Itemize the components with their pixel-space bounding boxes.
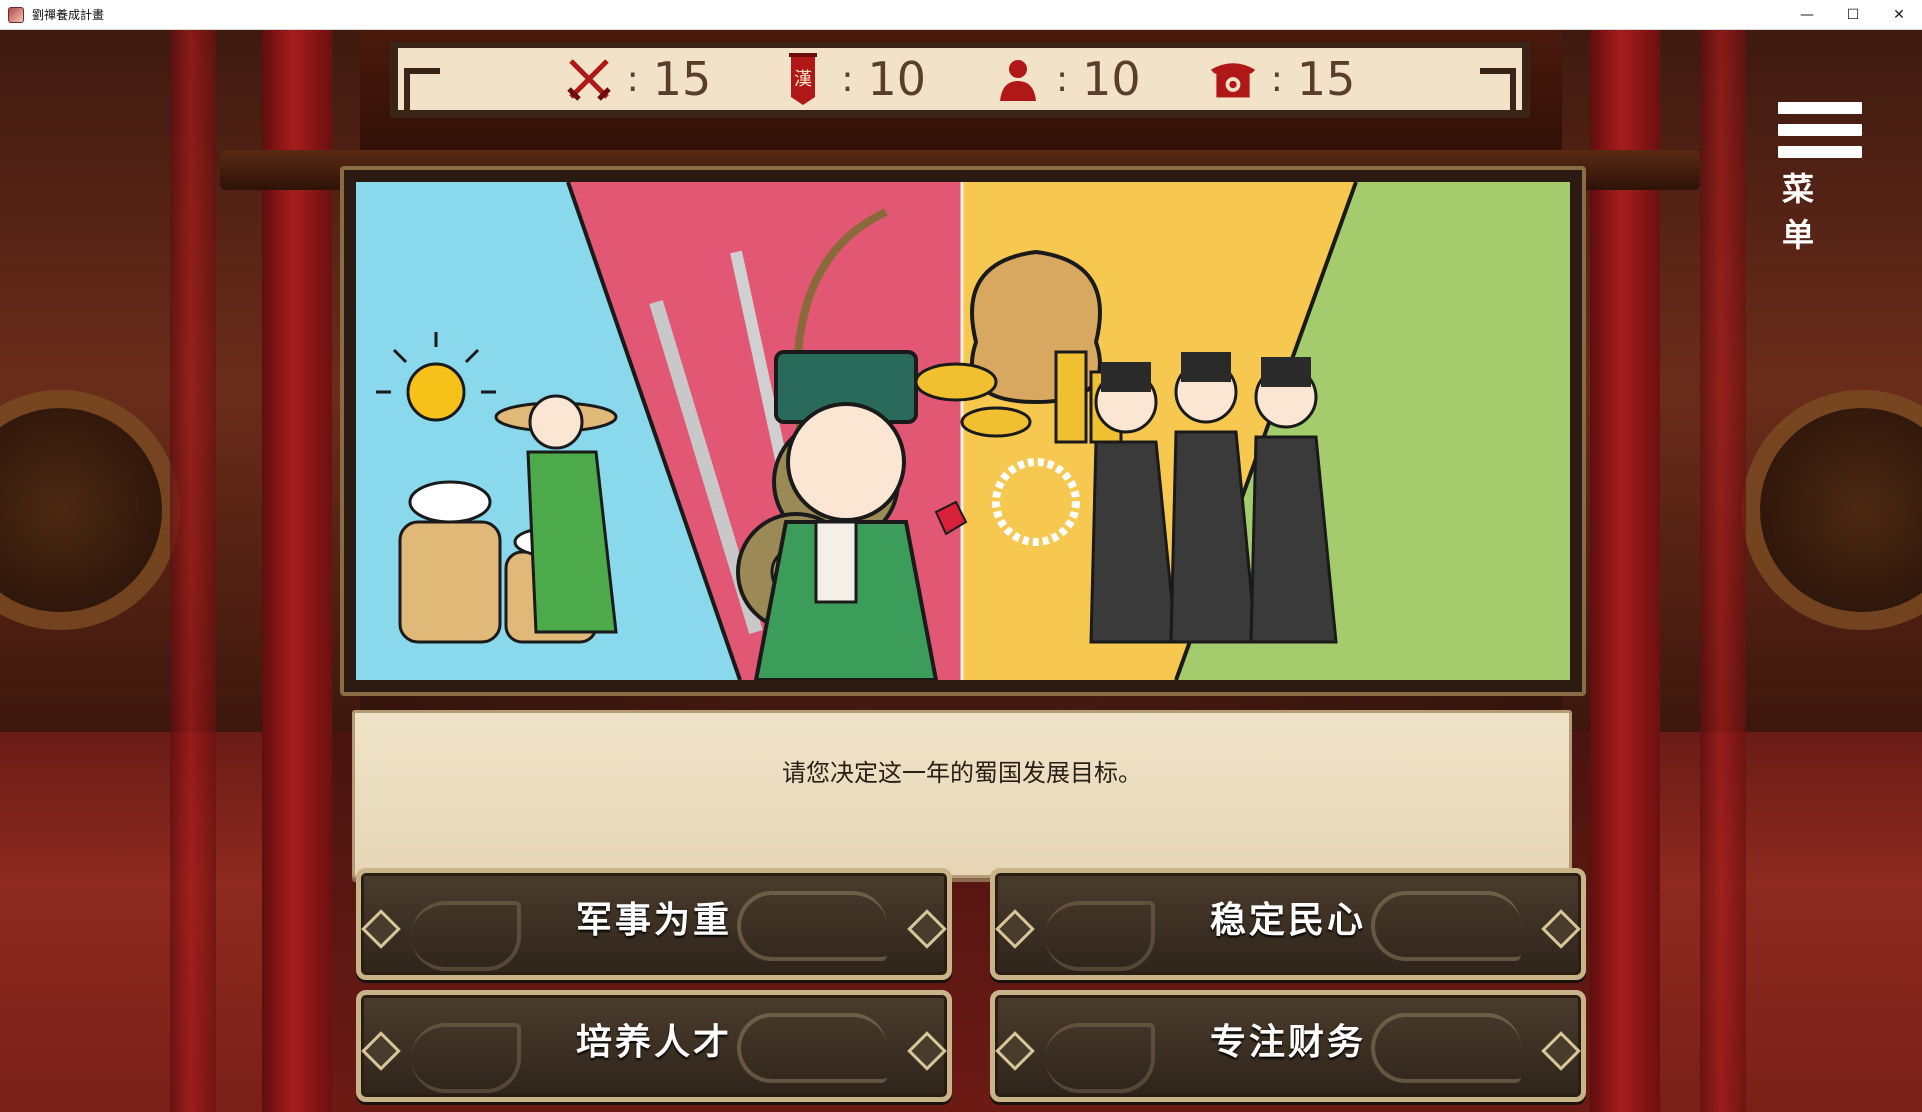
stats-bar-corner-left <box>404 68 440 116</box>
stat-separator: : <box>1056 58 1069 100</box>
stat-military-value: 15 <box>652 52 712 106</box>
close-button[interactable]: ✕ <box>1876 0 1922 30</box>
crossed-swords-icon <box>565 55 613 103</box>
window-titlebar: 劉禪養成計畫 — ☐ ✕ <box>0 0 1922 30</box>
pillar-far-left <box>170 30 216 1112</box>
pillar-right <box>1590 30 1660 1112</box>
dialog-box: 请您决定这一年的蜀国发展目标。 <box>352 710 1572 878</box>
stat-prestige-value: 10 <box>867 52 926 106</box>
stat-prestige: 漢 : 10 <box>779 52 926 106</box>
choice-label: 专注财务 <box>1209 1022 1366 1063</box>
stats-bar: : 15 漢 : 10 : 10: 15 <box>390 42 1530 118</box>
palace-icon <box>1209 55 1257 103</box>
choice-finance-button[interactable]: 专注财务 <box>990 990 1586 1102</box>
banner-glyph: 漢 <box>794 69 812 90</box>
stat-separator: : <box>1270 58 1283 100</box>
window-title: 劉禪養成計畫 <box>32 8 105 22</box>
scholars-figures <box>1089 352 1338 644</box>
stat-people: : 10 <box>994 52 1141 106</box>
stat-people-value: 10 <box>1082 52 1141 106</box>
app-icon <box>8 6 24 23</box>
choice-military-button[interactable]: 军事为重 <box>356 868 952 980</box>
people-icon <box>994 55 1042 103</box>
choice-label: 稳定民心 <box>1209 900 1366 941</box>
stat-court-value: 15 <box>1296 52 1356 106</box>
choice-label: 军事为重 <box>575 900 732 941</box>
minimize-button[interactable]: — <box>1784 0 1830 30</box>
stat-court: : 15 <box>1209 52 1356 106</box>
choice-talent-button[interactable]: 培养人才 <box>356 990 952 1102</box>
game-scene: : 15 漢 : 10 : 10: 15 菜单 请您决定这一年的蜀国发展目标。… <box>0 30 1922 1112</box>
choice-stabilize-button[interactable]: 稳定民心 <box>990 868 1586 980</box>
stat-military: : 15 <box>565 52 712 106</box>
choice-label: 培养人才 <box>575 1022 732 1063</box>
stats-bar-corner-right <box>1480 68 1516 116</box>
han-banner-icon: 漢 <box>779 53 827 105</box>
hamburger-icon <box>1778 102 1862 158</box>
pillar-far-right <box>1700 30 1746 1112</box>
dialog-text: 请您决定这一年的蜀国发展目标。 <box>782 759 1142 787</box>
window-controls: — ☐ ✕ <box>1784 0 1922 30</box>
illustration-frame <box>340 166 1586 696</box>
stat-separator: : <box>841 58 854 100</box>
pillar-left <box>262 30 332 1112</box>
menu-button[interactable]: 菜单 <box>1772 92 1868 254</box>
development-goals-illustration <box>356 182 1570 680</box>
stat-separator: : <box>626 58 639 100</box>
menu-label: 菜单 <box>1782 170 1829 254</box>
maximize-button[interactable]: ☐ <box>1830 0 1876 30</box>
